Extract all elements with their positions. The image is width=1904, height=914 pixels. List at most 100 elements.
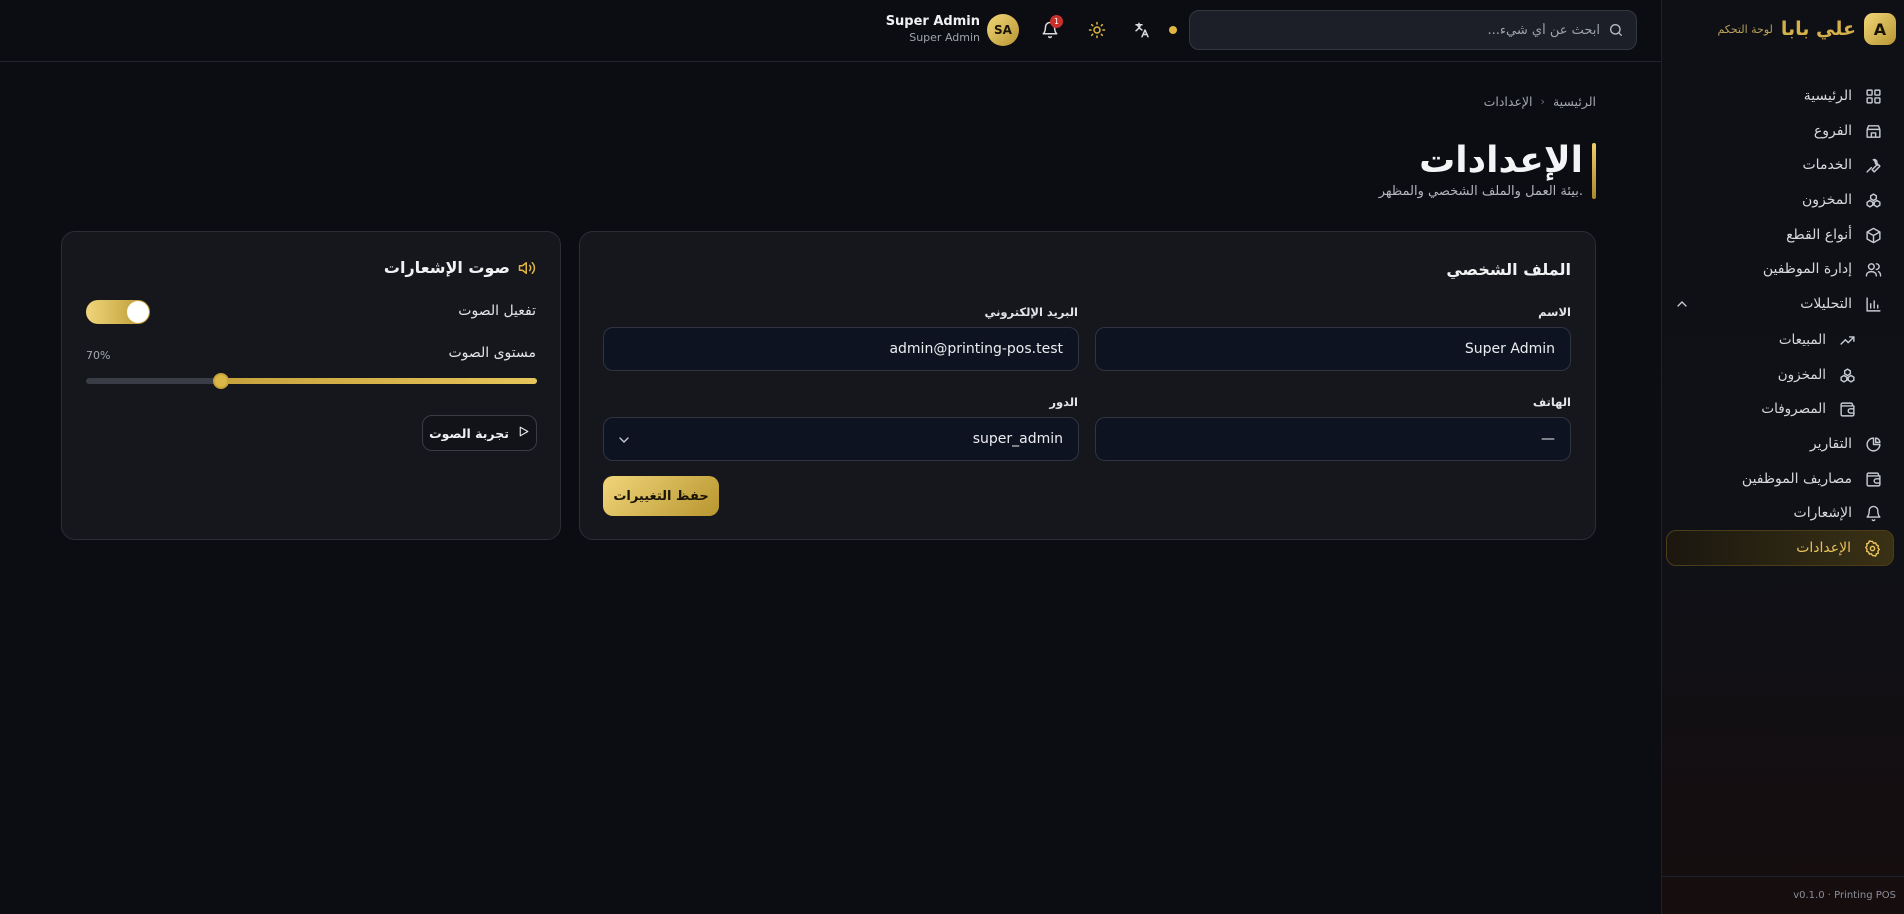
notification-bell-icon[interactable]: 1 [1039,15,1063,41]
sidebar-item-2[interactable]: الخدمات [1666,147,1894,183]
chevron-down-icon [616,432,632,448]
users-icon [1864,260,1882,278]
sidebar-item-label: الإشعارات [1793,505,1852,521]
sidebar-item-label: الفروع [1813,123,1852,139]
pie-chart-icon [1864,435,1882,453]
name-value: Super Admin [1464,341,1555,357]
test-sound-label: تجربة الصوت [429,425,509,441]
search-input[interactable] [1202,22,1600,38]
sidebar-item-label: الرئيسية [1803,88,1852,104]
email-label: البريد الإلكتروني [984,305,1078,319]
breadcrumb-current: الإعدادات [1483,94,1533,109]
phone-label: الهاتف [1532,395,1571,409]
brand[interactable]: لوحة التحكم علي بابا A [1661,0,1904,58]
sidebar-item-11[interactable]: مصاريف الموظفين [1666,461,1894,497]
store-icon [1864,122,1882,140]
role-select[interactable]: super_admin [603,417,1079,461]
profile-card-title: الملف الشخصي [1446,260,1571,279]
brand-dashboard-label: لوحة التحكم [1717,22,1773,36]
sidebar: لوحة التحكم علي بابا A الرئيسية الفروع الخ… [1661,0,1904,914]
name-label: الاسم [1538,305,1571,319]
enable-sound-toggle[interactable] [86,300,150,324]
sidebar-item-label: المخزون [1777,367,1826,383]
sidebar-item-4[interactable]: أنواع القطع [1666,217,1894,253]
volume-slider-thumb[interactable] [213,373,230,389]
toggle-knob [127,301,149,323]
notification-sound-card: صوت الإشعارات تفعيل الصوت مستوى الصوت 70… [61,231,561,540]
sidebar-item-label: المبيعات [1778,332,1826,348]
email-field[interactable]: admin@printing-pos.test [603,327,1079,371]
enable-sound-label: تفعيل الصوت [458,303,536,319]
speaker-icon [518,259,536,277]
trending-up-icon [1838,331,1856,349]
sidebar-item-label: التقارير [1809,436,1852,452]
brand-name: علي بابا [1780,18,1856,40]
user-info[interactable]: Super Admin Super Admin [870,14,980,44]
volume-label: مستوى الصوت [448,345,536,361]
sidebar-item-0[interactable]: الرئيسية [1666,78,1894,114]
sidebar-item-label: الخدمات [1802,157,1853,173]
title-accent-bar [1592,143,1596,199]
version-label: v0.1.0 · Printing POS [1661,876,1904,914]
play-icon [517,425,530,441]
name-field[interactable]: Super Admin [1095,327,1571,371]
user-name: Super Admin [885,14,980,29]
breadcrumb-home[interactable]: الرئيسية [1553,94,1596,109]
volume-slider-fill [221,378,537,384]
grid-icon [1864,87,1882,105]
avatar[interactable]: SA [987,14,1019,46]
notification-badge: 1 [1050,15,1063,28]
search-box[interactable] [1189,10,1637,50]
user-role: Super Admin [909,31,980,44]
boxes-icon [1838,366,1856,384]
top-bar: 1 SA Super Admin Super Admin [0,0,1661,62]
wallet-icon [1838,400,1856,418]
search-icon [1608,22,1624,38]
test-sound-button[interactable]: تجربة الصوت [422,415,537,451]
sidebar-item-label: مصاريف الموظفين [1741,471,1852,487]
profile-card: الملف الشخصي الاسم Super Admin البريد ال… [579,231,1596,540]
chevron-up-icon [1674,296,1690,312]
email-value: admin@printing-pos.test [889,341,1063,357]
sidebar-item-label: الإعدادات [1796,540,1851,556]
breadcrumb: الرئيسية ‹ الإعدادات [1380,94,1596,109]
volume-slider[interactable] [86,373,537,389]
sidebar-item-6[interactable]: التحليلات [1666,286,1894,322]
sound-card-header: صوت الإشعارات [384,258,536,277]
bell-icon [1864,504,1882,522]
package-icon [1864,226,1882,244]
page-title: الإعدادات [1419,140,1583,181]
gear-icon [1863,539,1881,557]
wallet-icon [1864,470,1882,488]
sidebar-item-label: المصروفات [1761,401,1826,417]
role-value: super_admin [972,431,1063,447]
bar-chart-icon [1864,295,1882,313]
sidebar-item-label: إدارة الموظفين [1762,261,1852,277]
chevron-left-icon: ‹ [1540,95,1545,108]
sidebar-item-5[interactable]: إدارة الموظفين [1666,251,1894,287]
sidebar-item-12[interactable]: الإشعارات [1666,495,1894,531]
brand-logo: A [1864,13,1896,45]
status-dot [1169,26,1177,34]
phone-field[interactable]: — [1095,417,1571,461]
sidebar-item-13[interactable]: الإعدادات [1666,530,1894,566]
role-label: الدور [1049,395,1078,409]
phone-value: — [1541,431,1555,447]
sidebar-item-7[interactable]: المبيعات [1666,322,1894,358]
sidebar-item-label: التحليلات [1800,296,1852,312]
sidebar-item-8[interactable]: المخزون [1666,357,1894,393]
page-subtitle: بيئة العمل والملف الشخصي والمظهر. [1378,184,1583,199]
save-button[interactable]: حفظ التغييرات [603,476,719,516]
boxes-icon [1864,191,1882,209]
sidebar-item-label: أنواع القطع [1786,227,1852,243]
translate-icon[interactable] [1131,19,1153,41]
volume-percent: 70% [86,349,111,362]
sound-card-title: صوت الإشعارات [383,258,510,277]
sidebar-item-label: المخزون [1801,192,1852,208]
wrench-icon [1864,156,1882,174]
sidebar-item-3[interactable]: المخزون [1666,182,1894,218]
sidebar-item-1[interactable]: الفروع [1666,113,1894,149]
sidebar-item-9[interactable]: المصروفات [1666,391,1894,427]
sidebar-item-10[interactable]: التقارير [1666,426,1894,462]
sun-icon[interactable] [1086,19,1108,41]
